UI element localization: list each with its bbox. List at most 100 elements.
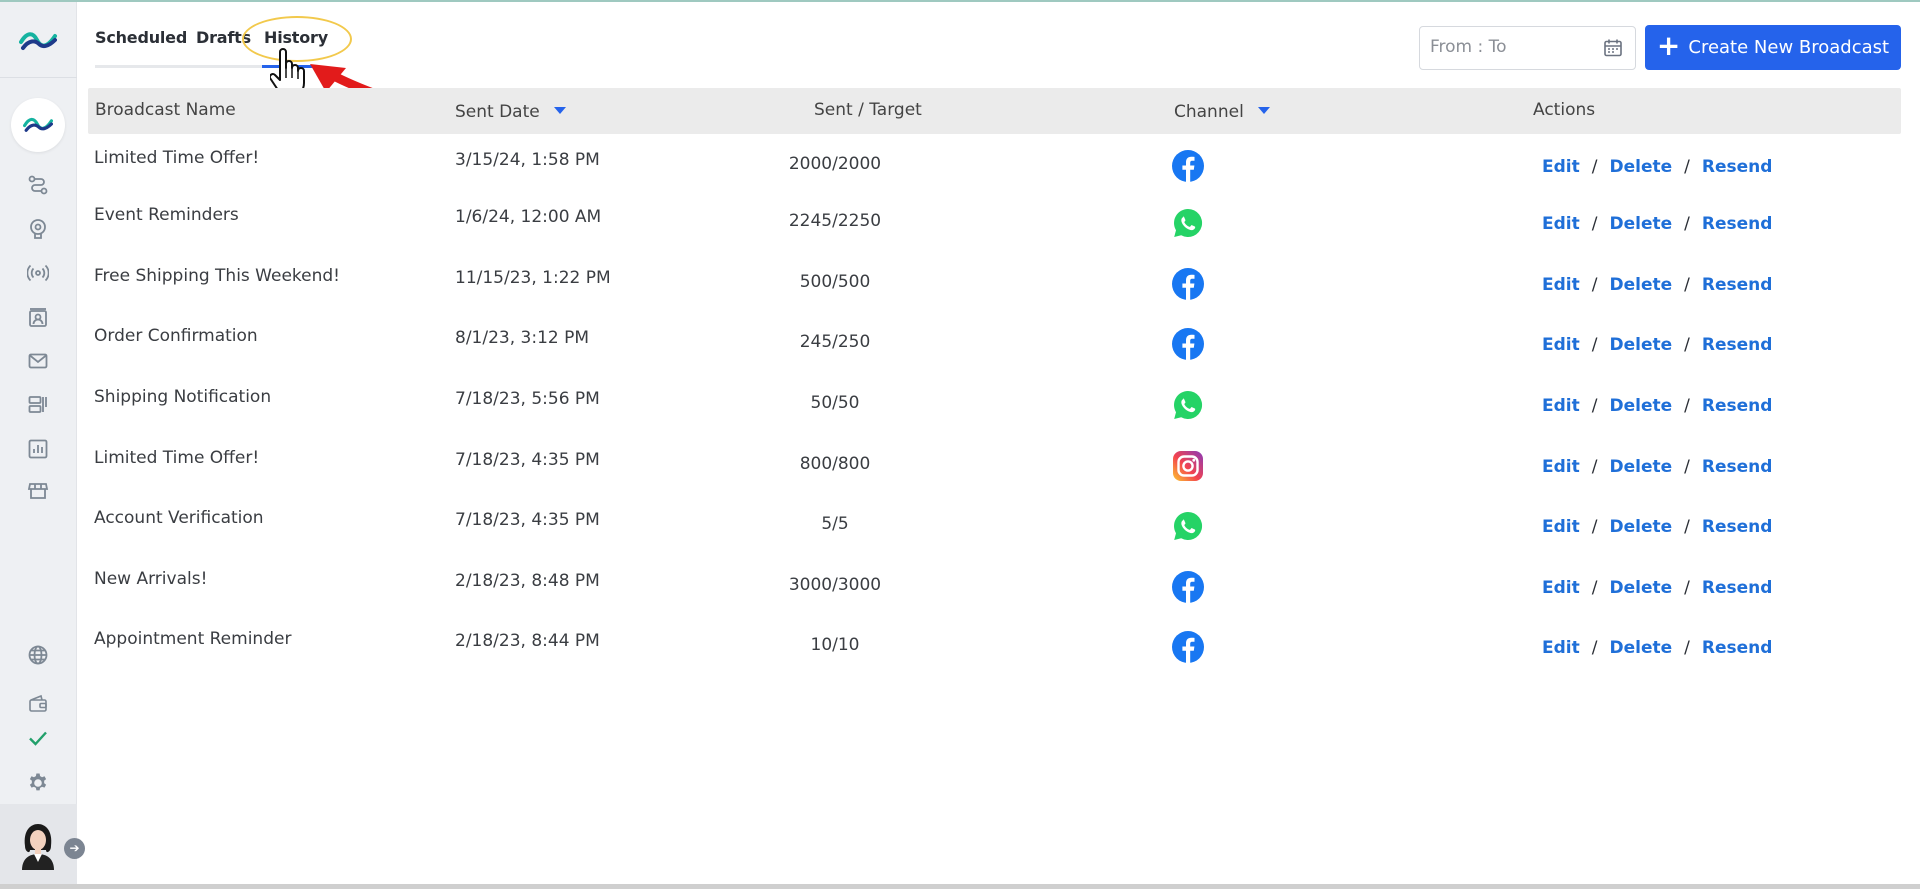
analytics-icon[interactable] bbox=[27, 438, 49, 460]
table-row: Free Shipping This Weekend! 11/15/23, 1:2… bbox=[88, 262, 1901, 322]
templates-icon[interactable] bbox=[27, 394, 49, 416]
contacts-icon[interactable] bbox=[27, 307, 49, 329]
edit-link[interactable]: Edit bbox=[1542, 638, 1580, 658]
check-icon[interactable] bbox=[27, 727, 49, 749]
resend-link[interactable]: Resend bbox=[1702, 517, 1773, 537]
sort-dropdown-icon[interactable] bbox=[553, 106, 566, 114]
action-separator: / bbox=[1684, 335, 1690, 355]
wallet-icon[interactable] bbox=[27, 692, 49, 714]
broadcast-name: Account Verification bbox=[94, 508, 264, 528]
broadcast-name: Limited Time Offer! bbox=[94, 448, 260, 468]
action-separator: / bbox=[1684, 396, 1690, 416]
expand-sidebar-icon[interactable]: ➔ bbox=[64, 838, 85, 859]
resend-link[interactable]: Resend bbox=[1702, 396, 1773, 416]
column-header-sent-date[interactable]: Sent Date bbox=[455, 102, 566, 122]
edit-link[interactable]: Edit bbox=[1542, 396, 1580, 416]
row-actions: Edit / Delete / Resend bbox=[1542, 214, 1772, 234]
column-header-sent-date-label: Sent Date bbox=[455, 102, 540, 122]
action-separator: / bbox=[1684, 457, 1690, 477]
date-range-picker[interactable] bbox=[1419, 26, 1636, 70]
ai-brain-icon[interactable] bbox=[27, 218, 49, 240]
edit-link[interactable]: Edit bbox=[1542, 517, 1580, 537]
table-row: Appointment Reminder 2/18/23, 8:44 PM 10/1… bbox=[88, 625, 1901, 685]
flow-icon[interactable] bbox=[27, 174, 49, 196]
whatsapp-icon bbox=[1172, 510, 1204, 542]
tab-scheduled[interactable]: Scheduled bbox=[95, 28, 187, 47]
delete-link[interactable]: Delete bbox=[1609, 214, 1672, 234]
row-actions: Edit / Delete / Resend bbox=[1542, 335, 1772, 355]
delete-link[interactable]: Delete bbox=[1609, 457, 1672, 477]
mail-icon[interactable] bbox=[27, 350, 49, 372]
sent-target: 245/250 bbox=[799, 332, 871, 352]
calendar-icon[interactable] bbox=[1603, 38, 1623, 58]
row-actions: Edit / Delete / Resend bbox=[1542, 275, 1772, 295]
store-icon[interactable] bbox=[27, 480, 49, 502]
action-separator: / bbox=[1684, 517, 1690, 537]
sent-date: 11/15/23, 1:22 PM bbox=[455, 268, 611, 288]
action-separator: / bbox=[1684, 157, 1690, 177]
sent-target: 800/800 bbox=[799, 454, 871, 474]
row-actions: Edit / Delete / Resend bbox=[1542, 638, 1772, 658]
broadcast-name: Free Shipping This Weekend! bbox=[94, 266, 340, 286]
action-separator: / bbox=[1591, 517, 1598, 537]
delete-link[interactable]: Delete bbox=[1609, 157, 1672, 177]
broadcast-signal-icon[interactable] bbox=[27, 262, 49, 284]
resend-link[interactable]: Resend bbox=[1702, 214, 1773, 234]
delete-link[interactable]: Delete bbox=[1609, 517, 1672, 537]
edit-link[interactable]: Edit bbox=[1542, 214, 1580, 234]
action-separator: / bbox=[1591, 457, 1598, 477]
sidebar-item-broadcast[interactable] bbox=[11, 98, 65, 152]
facebook-icon bbox=[1172, 268, 1204, 300]
whatsapp-icon bbox=[1172, 389, 1204, 421]
column-header-channel[interactable]: Channel bbox=[1174, 102, 1270, 122]
brand-logo-icon bbox=[23, 117, 53, 132]
action-separator: / bbox=[1591, 214, 1598, 234]
settings-gear-icon[interactable] bbox=[27, 772, 49, 794]
sent-target: 2245/2250 bbox=[788, 211, 882, 231]
table-row: Limited Time Offer! 3/15/24, 1:58 PM 2000/… bbox=[88, 144, 1901, 204]
filter-dropdown-icon[interactable] bbox=[1257, 106, 1270, 114]
row-actions: Edit / Delete / Resend bbox=[1542, 578, 1772, 598]
resend-link[interactable]: Resend bbox=[1702, 275, 1773, 295]
delete-link[interactable]: Delete bbox=[1609, 578, 1672, 598]
create-new-broadcast-button[interactable]: + Create New Broadcast bbox=[1645, 25, 1901, 70]
action-separator: / bbox=[1591, 275, 1598, 295]
action-separator: / bbox=[1684, 214, 1690, 234]
edit-link[interactable]: Edit bbox=[1542, 275, 1580, 295]
delete-link[interactable]: Delete bbox=[1609, 396, 1672, 416]
table-row: Shipping Notification 7/18/23, 5:56 PM 50/… bbox=[88, 383, 1901, 443]
sent-target: 500/500 bbox=[799, 272, 871, 292]
column-header-sent-target: Sent / Target bbox=[814, 100, 922, 120]
resend-link[interactable]: Resend bbox=[1702, 335, 1773, 355]
action-separator: / bbox=[1684, 275, 1690, 295]
sent-date: 7/18/23, 4:35 PM bbox=[455, 510, 600, 530]
delete-link[interactable]: Delete bbox=[1609, 335, 1672, 355]
globe-icon[interactable] bbox=[27, 644, 49, 666]
delete-link[interactable]: Delete bbox=[1609, 638, 1672, 658]
sent-target: 3000/3000 bbox=[788, 575, 882, 595]
date-range-input[interactable] bbox=[1430, 27, 1590, 67]
broadcast-name: Event Reminders bbox=[94, 205, 239, 225]
column-header-actions: Actions bbox=[1533, 100, 1596, 120]
edit-link[interactable]: Edit bbox=[1542, 457, 1580, 477]
table-header: Broadcast Name Sent Date Sent / Target C… bbox=[88, 88, 1901, 134]
sent-date: 8/1/23, 3:12 PM bbox=[455, 328, 590, 348]
column-header-name: Broadcast Name bbox=[95, 100, 236, 120]
resend-link[interactable]: Resend bbox=[1702, 638, 1773, 658]
broadcast-name: Order Confirmation bbox=[94, 326, 258, 346]
resend-link[interactable]: Resend bbox=[1702, 157, 1773, 177]
sent-date: 2/18/23, 8:44 PM bbox=[455, 631, 600, 651]
facebook-icon bbox=[1172, 631, 1204, 663]
plus-icon: + bbox=[1656, 29, 1681, 62]
whatsapp-icon bbox=[1172, 207, 1204, 239]
action-separator: / bbox=[1591, 638, 1598, 658]
resend-link[interactable]: Resend bbox=[1702, 578, 1773, 598]
edit-link[interactable]: Edit bbox=[1542, 578, 1580, 598]
sent-date: 1/6/24, 12:00 AM bbox=[455, 207, 602, 227]
brand-logo-icon[interactable] bbox=[19, 28, 57, 52]
edit-link[interactable]: Edit bbox=[1542, 157, 1580, 177]
resend-link[interactable]: Resend bbox=[1702, 457, 1773, 477]
delete-link[interactable]: Delete bbox=[1609, 275, 1672, 295]
edit-link[interactable]: Edit bbox=[1542, 335, 1580, 355]
sent-date: 7/18/23, 4:35 PM bbox=[455, 450, 600, 470]
